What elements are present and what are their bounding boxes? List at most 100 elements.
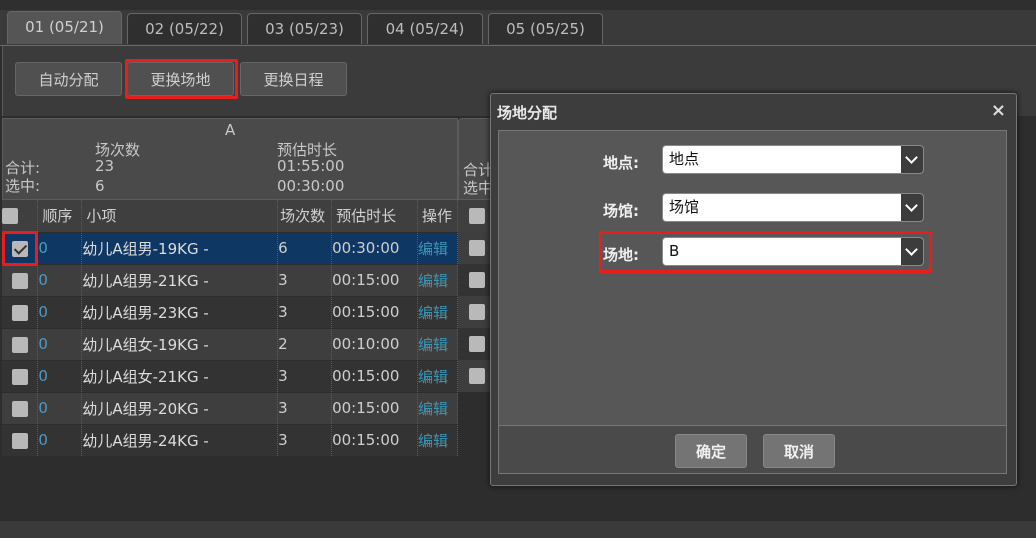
- order-cell: 0: [37, 232, 83, 265]
- row-checkbox[interactable]: [11, 368, 28, 385]
- summary-header: A 场次数 预估时长 合计: 23 01:55:00 选中: 6 00:30:0…: [2, 118, 458, 200]
- row-checkbox-cell: [2, 264, 39, 297]
- row-checkbox[interactable]: [11, 432, 28, 449]
- edit-link[interactable]: 编辑: [417, 360, 459, 393]
- row-checkbox-cell: [2, 296, 39, 329]
- order-cell: 0: [37, 360, 83, 393]
- sessions-cell: 3: [277, 392, 333, 425]
- table-row[interactable]: 0 幼儿A组女-19KG - 2 00:10:00 编辑: [2, 328, 459, 361]
- event-table: 顺序 小项 场次数 预估时长 操作 0 幼儿A组男-19KG - 6 00:30…: [2, 200, 459, 457]
- location-label: 地点:: [603, 154, 639, 172]
- selected-duration: 00:30:00: [277, 177, 345, 195]
- duration-cell: 00:30:00: [331, 232, 418, 265]
- venue-a-panel: A 场次数 预估时长 合计: 23 01:55:00 选中: 6 00:30:0…: [2, 118, 459, 538]
- duration-cell: 00:15:00: [331, 264, 418, 297]
- table-row[interactable]: 0 幼儿A组女-21KG - 3 00:15:00 编辑: [2, 360, 459, 393]
- item-cell: 幼儿A组男-21KG -: [81, 264, 279, 297]
- edit-link[interactable]: 编辑: [417, 296, 459, 329]
- sessions-cell: 6: [277, 232, 333, 265]
- chevron-down-icon: [901, 146, 923, 173]
- dialog-body: 地点: 地点 场馆: 场馆 场地: B: [498, 130, 1007, 426]
- sessions-cell: 3: [277, 264, 333, 297]
- table-row[interactable]: 0 幼儿A组男-21KG - 3 00:15:00 编辑: [2, 264, 459, 297]
- total-duration: 01:55:00: [277, 157, 345, 175]
- hall-label: 场馆:: [603, 202, 639, 220]
- row-checkbox[interactable]: [469, 336, 485, 352]
- duration-cell: 00:15:00: [331, 424, 418, 457]
- item-cell: 幼儿A组男-24KG -: [81, 424, 279, 457]
- duration-cell: 00:10:00: [331, 328, 418, 361]
- date-tab-bar: 01 (05/21) 02 (05/22) 03 (05/23) 04 (05/…: [0, 10, 1036, 46]
- tab-day-05[interactable]: 05 (05/25): [488, 13, 603, 44]
- edit-link[interactable]: 编辑: [417, 232, 459, 265]
- venue-b-selected-label: 选中: [463, 179, 494, 197]
- row-checkbox[interactable]: [11, 336, 28, 353]
- duration-cell: 00:15:00: [331, 360, 418, 393]
- select-all-cell: [2, 200, 39, 233]
- highlight-box: [125, 59, 238, 99]
- tab-day-01[interactable]: 01 (05/21): [7, 11, 122, 44]
- row-checkbox[interactable]: [469, 304, 485, 320]
- duration-header[interactable]: 预估时长: [331, 200, 418, 233]
- item-cell: 幼儿A组女-21KG -: [81, 360, 279, 393]
- table-header-row: 顺序 小项 场次数 预估时长 操作: [2, 200, 459, 233]
- venue-assign-dialog: 场地分配 × 地点: 地点 场馆: 场馆 场地: B 确定 取消: [490, 93, 1017, 486]
- close-icon[interactable]: ×: [991, 100, 1006, 121]
- order-header[interactable]: 顺序: [37, 200, 83, 233]
- row-checkbox-cell: [2, 424, 39, 457]
- duration-cell: 00:15:00: [331, 296, 418, 329]
- dialog-footer: 确定 取消: [498, 426, 1007, 474]
- cancel-button[interactable]: 取消: [763, 434, 835, 468]
- row-checkbox-cell: [2, 328, 39, 361]
- edit-link[interactable]: 编辑: [417, 264, 459, 297]
- table-row[interactable]: 0 幼儿A组男-23KG - 3 00:15:00 编辑: [2, 296, 459, 329]
- sessions-cell: 2: [277, 328, 333, 361]
- auto-assign-button[interactable]: 自动分配: [15, 62, 122, 96]
- sessions-cell: 3: [277, 424, 333, 457]
- location-select-value: 地点: [669, 150, 700, 168]
- row-checkbox[interactable]: [11, 272, 28, 289]
- item-header[interactable]: 小项: [81, 200, 279, 233]
- tab-day-02[interactable]: 02 (05/22): [127, 13, 242, 44]
- table-row[interactable]: 0 幼儿A组男-24KG - 3 00:15:00 编辑: [2, 424, 459, 457]
- tab-day-04[interactable]: 04 (05/24): [367, 13, 483, 44]
- selected-sessions: 6: [95, 177, 105, 195]
- venue-b-select-all-checkbox[interactable]: [469, 208, 485, 224]
- row-checkbox[interactable]: [469, 272, 485, 288]
- item-cell: 幼儿A组男-19KG -: [81, 232, 279, 265]
- row-checkbox[interactable]: [11, 400, 28, 417]
- location-select[interactable]: 地点: [662, 145, 924, 174]
- select-all-checkbox[interactable]: [2, 208, 18, 225]
- total-sessions: 23: [95, 157, 115, 175]
- sessions-cell: 3: [277, 296, 333, 329]
- duration-cell: 00:15:00: [331, 392, 418, 425]
- confirm-button[interactable]: 确定: [675, 434, 747, 468]
- item-cell: 幼儿A组女-19KG -: [81, 328, 279, 361]
- table-row[interactable]: 0 幼儿A组男-20KG - 3 00:15:00 编辑: [2, 392, 459, 425]
- hall-select[interactable]: 场馆: [662, 193, 924, 222]
- edit-link[interactable]: 编辑: [417, 424, 459, 457]
- tab-day-03[interactable]: 03 (05/23): [247, 13, 362, 44]
- total-label: 合计:: [5, 159, 41, 177]
- order-cell: 0: [37, 424, 83, 457]
- row-checkbox-cell: [2, 392, 39, 425]
- venue-title: A: [225, 121, 236, 139]
- row-checkbox[interactable]: [11, 304, 28, 321]
- sessions-cell: 3: [277, 360, 333, 393]
- dialog-title: 场地分配: [497, 104, 558, 122]
- row-checkbox-cell: [2, 360, 39, 393]
- chevron-down-icon: [901, 194, 923, 221]
- change-schedule-button[interactable]: 更换日程: [240, 62, 347, 96]
- item-cell: 幼儿A组男-23KG -: [81, 296, 279, 329]
- edit-link[interactable]: 编辑: [417, 392, 459, 425]
- edit-link[interactable]: 编辑: [417, 328, 459, 361]
- sessions-header[interactable]: 场次数: [277, 200, 333, 233]
- table-row[interactable]: 0 幼儿A组男-19KG - 6 00:30:00 编辑: [2, 232, 459, 265]
- hall-select-value: 场馆: [669, 198, 700, 216]
- order-cell: 0: [37, 296, 83, 329]
- action-header: 操作: [417, 200, 459, 233]
- row-checkbox[interactable]: [469, 240, 485, 256]
- row-checkbox[interactable]: [469, 368, 485, 384]
- highlight-box: [2, 231, 38, 266]
- order-cell: 0: [37, 328, 83, 361]
